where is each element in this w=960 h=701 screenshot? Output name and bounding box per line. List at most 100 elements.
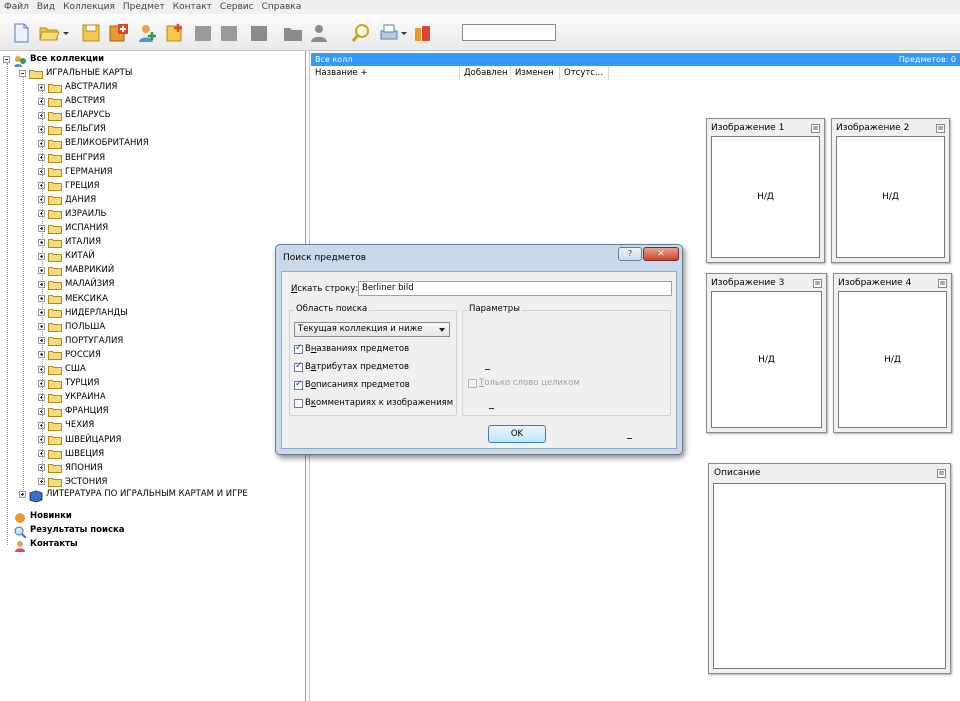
tree-item[interactable]: ГРЕЦИЯ	[38, 180, 100, 192]
menu-collection[interactable]: Коллекция	[59, 0, 119, 14]
image-slot[interactable]: Н/Д	[836, 136, 945, 258]
tree-item[interactable]: ПОРТУГАЛИЯ	[38, 335, 123, 347]
checkbox-attributes[interactable]: В атрибутах предметов	[294, 361, 409, 372]
tree-item[interactable]: РОССИЯ	[38, 349, 101, 361]
menu-help[interactable]: Справка	[258, 0, 306, 14]
image-slot[interactable]: Н/Д	[711, 136, 820, 258]
search-area-select[interactable]: Текущая коллекция и ниже	[294, 322, 450, 337]
column-name[interactable]: Название +	[311, 66, 460, 80]
menu-service[interactable]: Сервис	[216, 0, 258, 14]
close-icon[interactable]: ⊠	[936, 124, 945, 133]
tree-item[interactable]: НИДЕРЛАНДЫ	[38, 307, 128, 319]
tree-item[interactable]: ВЕНГРИЯ	[38, 152, 105, 164]
folder-icon	[48, 83, 62, 93]
chevron-down-icon[interactable]	[400, 22, 408, 44]
tree-item-label: БЕЛЬГИЯ	[65, 124, 106, 135]
tree-item[interactable]: ДАНИЯ	[38, 194, 96, 206]
tree-item[interactable]: БЕЛЬГИЯ	[38, 123, 106, 135]
tree-item[interactable]: БЕЛАРУСЬ	[38, 109, 110, 121]
tree-item[interactable]: КИТАЙ	[38, 250, 95, 262]
tree-item[interactable]: США	[38, 363, 86, 375]
folder-icon	[48, 336, 62, 347]
collapse-icon[interactable]	[19, 69, 26, 77]
chevron-down-icon[interactable]	[62, 22, 70, 44]
menu-view[interactable]: Вид	[33, 0, 59, 14]
tree-search-results[interactable]: Результаты поиска	[13, 524, 125, 538]
tree-item[interactable]: ГЕРМАНИЯ	[38, 166, 113, 178]
print-icon[interactable]	[378, 22, 400, 44]
new-document-icon[interactable]	[10, 22, 32, 44]
menu-contact[interactable]: Контакт	[169, 0, 216, 14]
book-gray-icon[interactable]	[218, 22, 240, 44]
no-data-label: Н/Д	[757, 192, 774, 202]
search-string-input[interactable]: Berliner bild	[358, 281, 672, 296]
ok-button[interactable]: OK	[488, 425, 546, 443]
add-collection-icon[interactable]	[108, 22, 130, 44]
checkbox-unchecked[interactable]	[294, 398, 303, 408]
tree-item[interactable]: МАВРИКИЙ	[38, 264, 114, 276]
tree-root[interactable]: Все коллекции	[3, 53, 104, 67]
tree-item[interactable]: ФРАНЦИЯ	[38, 405, 109, 417]
checkbox-disabled[interactable]	[468, 378, 477, 388]
tree-item[interactable]: ИТАЛИЯ	[38, 236, 101, 248]
tree-item[interactable]: ШВЕЦИЯ	[38, 448, 104, 460]
column-missing[interactable]: Отсутс...	[560, 66, 609, 80]
tree-item[interactable]: ИЗРАИЛЬ	[38, 208, 106, 220]
menu-item[interactable]: Предмет	[119, 0, 169, 14]
tree-item[interactable]: ЧЕХИЯ	[38, 419, 94, 431]
folder-gray-icon[interactable]	[282, 22, 304, 44]
tree-item-label: АВСТРАЛИЯ	[65, 82, 118, 92]
image-slot[interactable]: Н/Д	[838, 291, 947, 428]
tree-item-label: Результаты поиска	[30, 525, 125, 535]
toolbar-search-input[interactable]	[462, 24, 556, 41]
description-text[interactable]	[713, 483, 946, 669]
close-icon[interactable]: ⊠	[937, 469, 946, 478]
add-icon[interactable]	[164, 22, 186, 44]
checkbox-descriptions[interactable]: В описаниях предметов	[294, 379, 410, 390]
checkbox-whole-word[interactable]: Только слово целиком	[468, 378, 580, 388]
export-icon[interactable]	[412, 22, 434, 44]
open-folder-icon[interactable]	[38, 22, 60, 44]
checkbox-image-comments[interactable]: В к омментариях к изображениям	[294, 398, 453, 408]
save-icon[interactable]	[80, 22, 102, 44]
checkbox-checked[interactable]	[294, 361, 303, 372]
toolbar	[0, 14, 960, 51]
tree-item[interactable]: ТУРЦИЯ	[38, 377, 99, 389]
checkbox-checked[interactable]	[294, 343, 303, 354]
tree-item[interactable]: ШВЕЙЦАРИЯ	[38, 434, 121, 446]
help-button[interactable]: ?	[618, 247, 642, 261]
user-gray-icon[interactable]	[308, 22, 330, 44]
book-gray-icon[interactable]	[248, 22, 270, 44]
tree-item[interactable]: ВЕЛИКОБРИТАНИЯ	[38, 137, 149, 149]
tree-collection[interactable]: ИГРАЛЬНЫЕ КАРТЫ	[19, 67, 132, 79]
tree-item[interactable]: ЯПОНИЯ	[38, 462, 103, 474]
close-icon[interactable]: ⊠	[938, 279, 947, 288]
collection-tree: Все коллекции ИГРАЛЬНЫЕ КАРТЫ АВСТРАЛИЯ АВС…	[0, 51, 306, 701]
tree-item[interactable]: МАЛАЙЗИЯ	[38, 278, 114, 290]
tree-item[interactable]: ИСПАНИЯ	[38, 222, 108, 234]
checkbox-names[interactable]: В названиях предметов	[294, 343, 409, 354]
add-item-icon[interactable]	[136, 22, 158, 44]
folder-icon	[48, 463, 62, 474]
tree-literature[interactable]: ЛИТЕРАТУРА ПО ИГРАЛЬНЫМ КАРТАМ И ИГРЕ	[19, 488, 248, 502]
tree-item[interactable]: ПОЛЬША	[38, 321, 105, 333]
tree-item[interactable]: АВСТРИЯ	[38, 95, 105, 107]
search-icon[interactable]	[350, 22, 372, 44]
close-icon[interactable]: ⊠	[811, 124, 820, 133]
column-added[interactable]: Добавлен	[460, 66, 511, 80]
tree-new[interactable]: Новинки	[13, 510, 72, 523]
book-gray-icon[interactable]	[192, 22, 214, 44]
tree-item[interactable]: УКРАИНА	[38, 391, 106, 403]
tree-item[interactable]: АВСТРАЛИЯ	[38, 81, 117, 93]
tree-item[interactable]: ЭСТОНИЯ	[38, 476, 107, 488]
menu-file[interactable]: Файл	[0, 0, 33, 14]
close-icon[interactable]: ⊠	[813, 279, 822, 288]
column-modified[interactable]: Изменен	[511, 66, 560, 80]
tree-contacts[interactable]: Контакты	[13, 538, 78, 552]
tree-item-label: ПОРТУГАЛИЯ	[65, 335, 124, 346]
dialog-close-button[interactable]: ✕	[643, 247, 679, 261]
collapse-icon[interactable]	[3, 55, 10, 63]
image-slot[interactable]: Н/Д	[711, 291, 822, 428]
tree-item[interactable]: МЕКСИКА	[38, 293, 108, 305]
checkbox-checked[interactable]	[294, 379, 303, 390]
